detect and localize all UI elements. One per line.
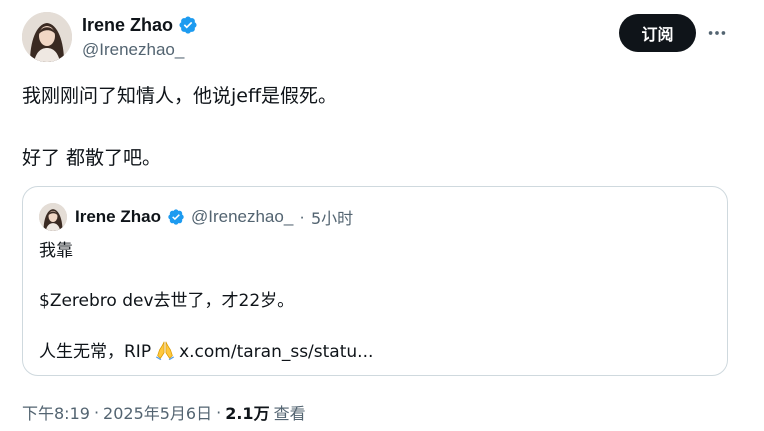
subscribe-button[interactable]: 订阅 (619, 14, 696, 52)
separator-dot: · (93, 402, 100, 422)
quoted-line-with-link: 人生无常，RIP x.com/taran_ss/statu... (39, 339, 709, 368)
tweet-text: 我刚刚问了知情人，他说jeff是假死。 好了 都散了吧。 (22, 82, 722, 172)
author-display-name[interactable]: Irene Zhao (82, 14, 173, 36)
quoted-line: $Zerebro dev去世了，才22岁。 (39, 291, 295, 311)
views-label: 查看 (273, 404, 306, 423)
tweet-time-link[interactable]: 下午8:19 (22, 400, 90, 424)
tweet-line: 我刚刚问了知情人，他说jeff是假死。 (22, 85, 338, 107)
more-horizontal-icon (708, 31, 726, 35)
quoted-line: 人生无常，RIP (39, 342, 152, 362)
folded-hands-icon (154, 339, 176, 368)
quoted-timestamp: 5小时 (310, 209, 354, 228)
tweet-date-link[interactable]: 2025年5月6日 (103, 400, 212, 424)
verified-badge-icon[interactable] (178, 15, 198, 35)
views-count: 2.1万 (225, 404, 270, 423)
tweet-meta: 下午8:19 · 2025年5月6日 · 2.1万 查看 (22, 400, 306, 424)
tweet-line: 好了 都散了吧。 (22, 147, 162, 169)
verified-badge-icon (167, 208, 185, 226)
separator-dot: · (299, 207, 305, 226)
quoted-tweet-text: 我靠 $Zerebro dev去世了，才22岁。 人生无常，RIP x.com/… (39, 239, 709, 368)
quoted-link[interactable]: x.com/taran_ss/statu... (179, 342, 373, 362)
author-handle[interactable]: @Irenezhao_ (82, 40, 184, 60)
separator-dot: · (216, 402, 222, 422)
quoted-handle: @Irenezhao_ (190, 207, 294, 226)
tweet: Irene Zhao @Irenezhao_ 订阅 我刚刚问了知情人，他说jef… (0, 0, 764, 431)
avatar[interactable] (22, 12, 72, 62)
quoted-line: 我靠 (39, 241, 73, 261)
quoted-tweet[interactable]: Irene Zhao @Irenezhao_ · 5小时 我靠 $Zerebro… (22, 186, 728, 376)
quoted-tweet-header: Irene Zhao @Irenezhao_ · 5小时 (39, 203, 353, 231)
more-options-button[interactable] (702, 18, 732, 48)
quoted-avatar (39, 203, 67, 231)
quoted-display-name: Irene Zhao (75, 207, 161, 226)
author-name-row: Irene Zhao (82, 14, 198, 36)
